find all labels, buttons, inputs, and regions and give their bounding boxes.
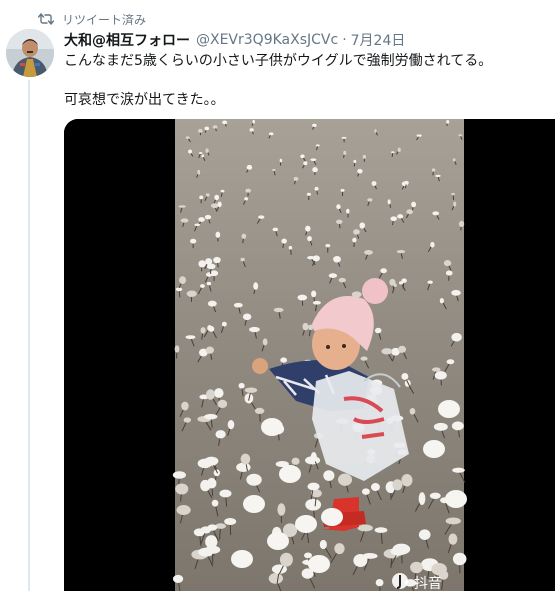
- tweet-text-line: こんなまだ5歳くらいの小さい子供がウイグルで強制労働されてる。: [64, 53, 493, 69]
- tweet-text-line: 可哀想で涙が出てきた。。: [64, 92, 225, 108]
- thread-line: [28, 80, 30, 591]
- retweet-icon: [38, 13, 54, 25]
- author-display-name[interactable]: 大和@相互フォロー: [64, 30, 190, 50]
- tiktok-watermark: 抖音: [392, 573, 442, 591]
- header-separator: ·: [342, 32, 347, 48]
- author-handle[interactable]: @XEVr3Q9KaXsJCVc: [196, 32, 338, 48]
- watermark-text: 抖音: [414, 575, 442, 591]
- avatar-image: [6, 29, 54, 77]
- avatar[interactable]: [6, 29, 54, 77]
- retweet-context: リツイート済み: [38, 9, 146, 29]
- tweet-date[interactable]: 7月24日: [351, 30, 406, 50]
- tweet-header: 大和@相互フォロー @XEVr3Q9KaXsJCVc · 7月24日: [64, 30, 405, 50]
- video-player[interactable]: 抖音: [64, 119, 555, 591]
- retweet-label: リツイート済み: [62, 12, 147, 27]
- tweet-text: こんなまだ5歳くらいの小さい子供がウイグルで強制労働されてる。 可哀想で涙が出て…: [64, 51, 544, 111]
- video-frame: 抖音: [64, 119, 555, 591]
